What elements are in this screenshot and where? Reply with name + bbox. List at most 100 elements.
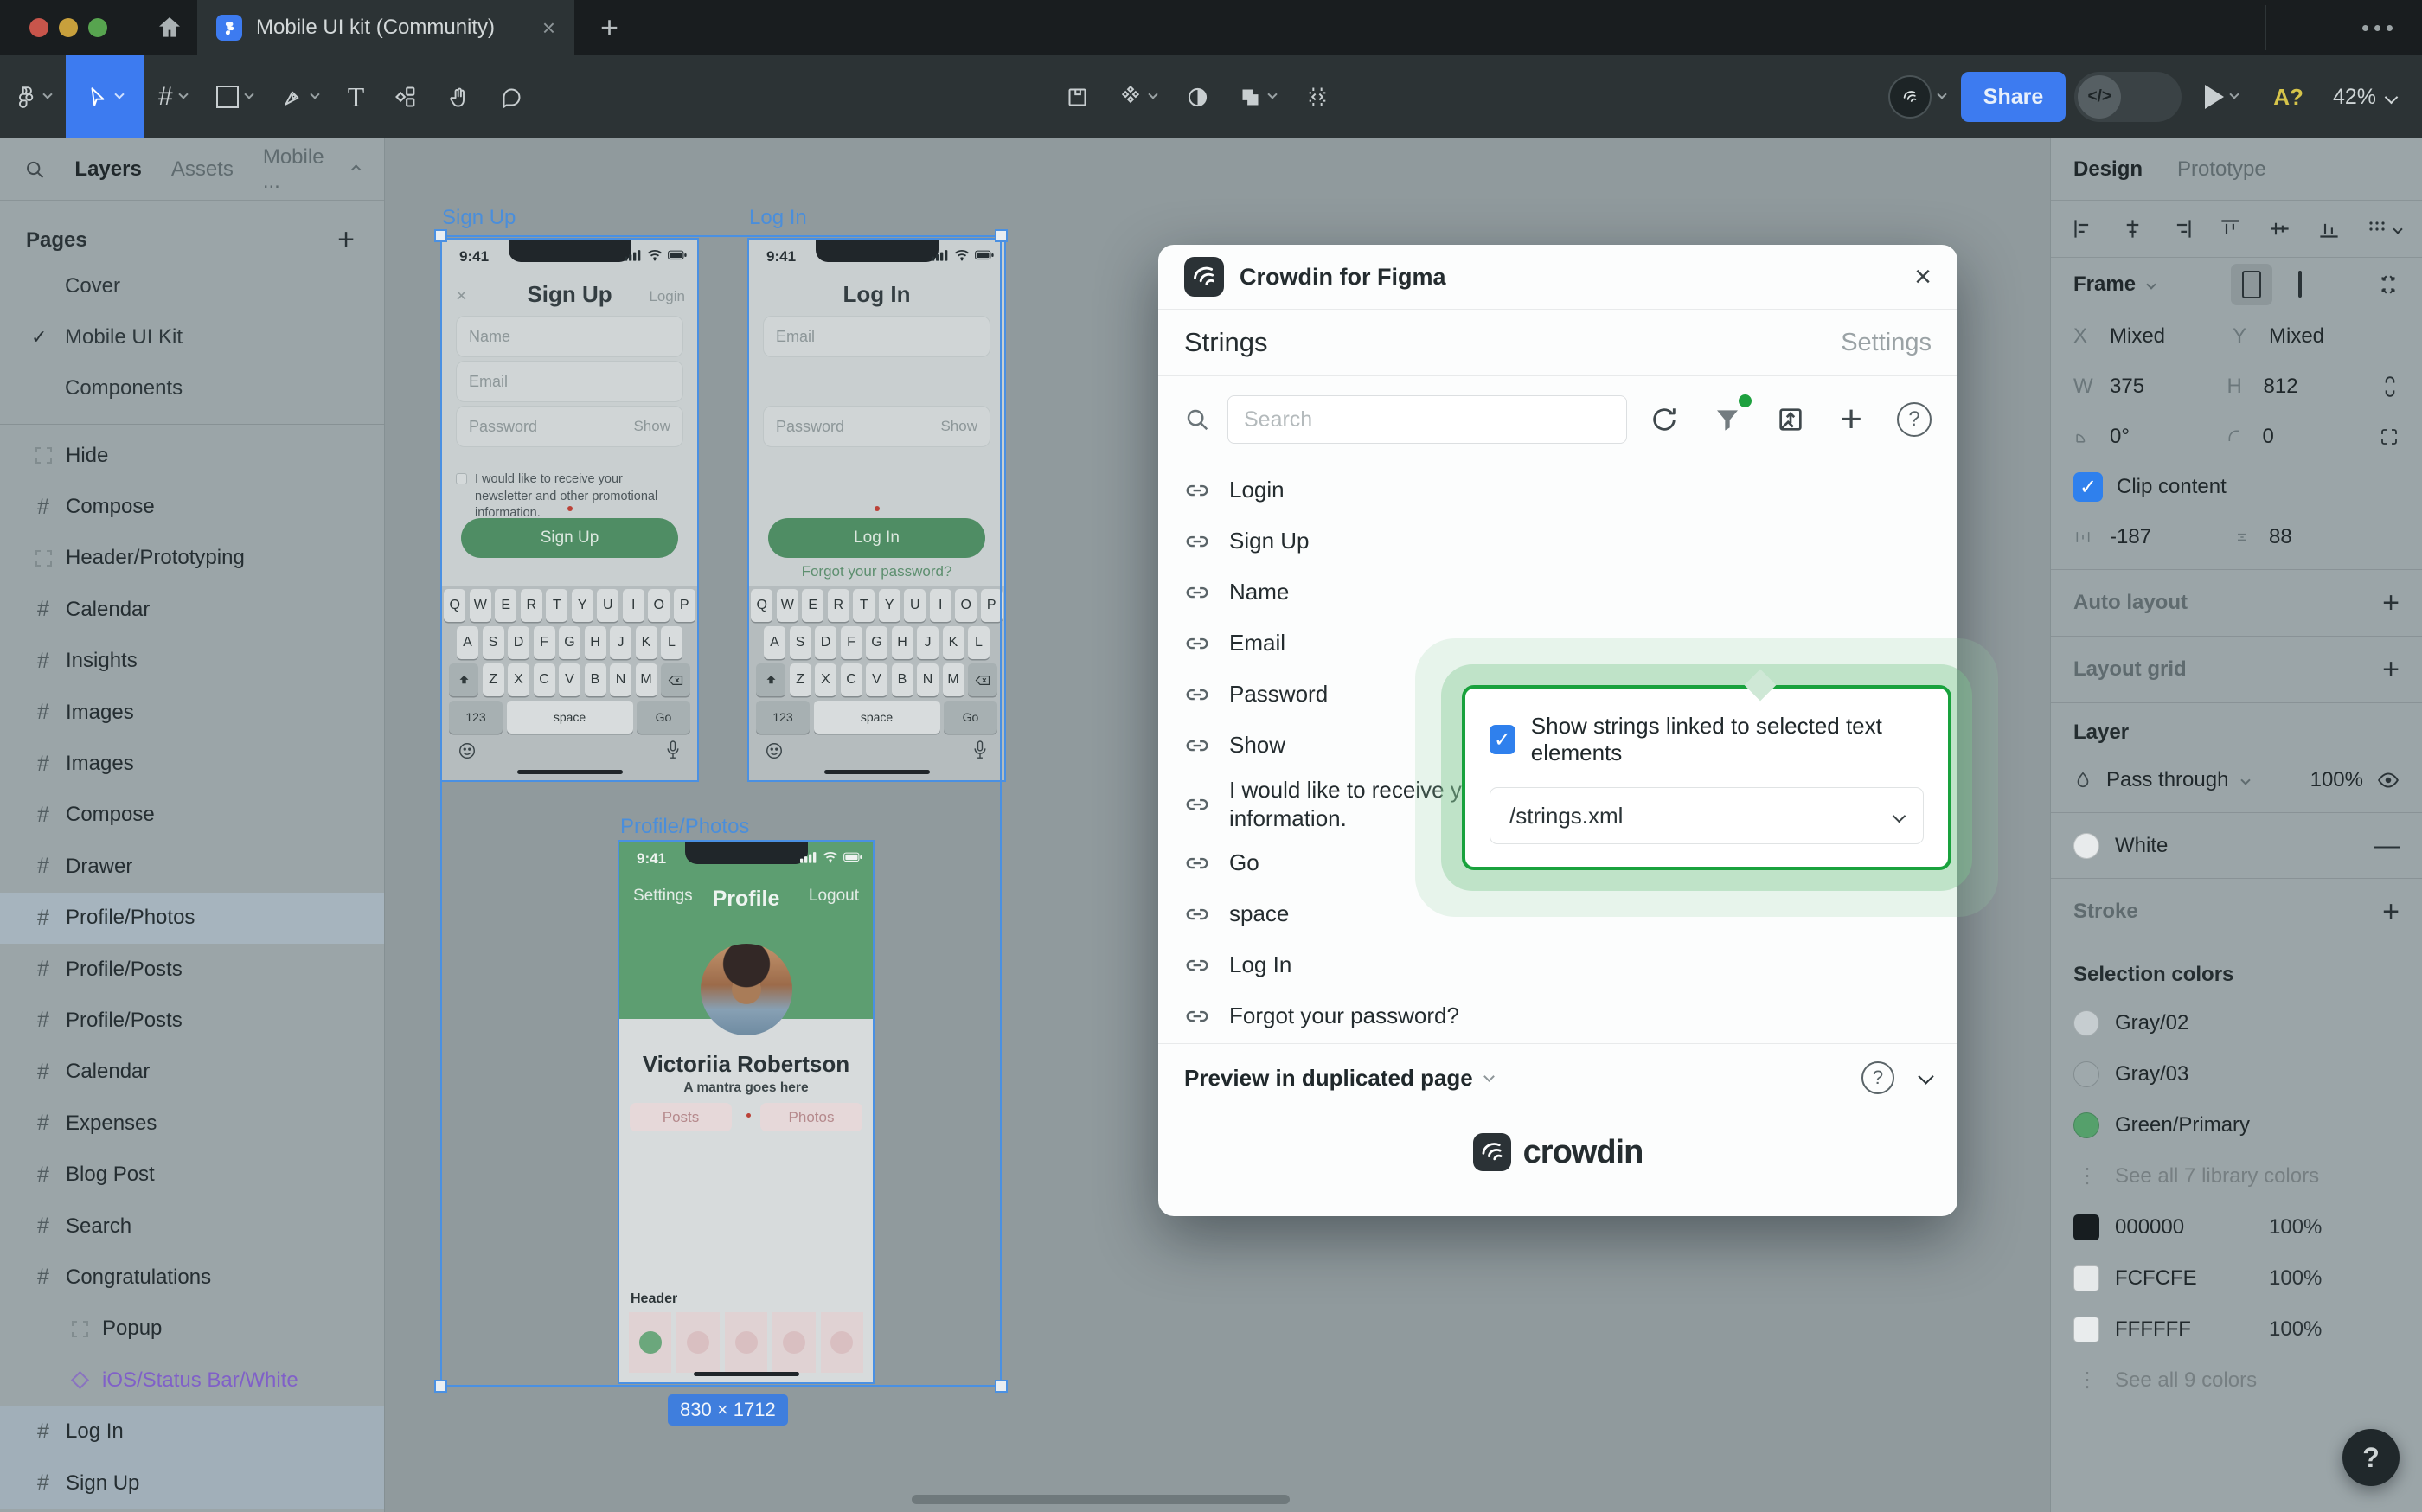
see-all-colors[interactable]: ⋮See all 9 colors	[2051, 1355, 2422, 1406]
add-stroke-button[interactable]: +	[2382, 895, 2400, 929]
create-component-button[interactable]	[1104, 55, 1171, 138]
remove-fill-button[interactable]: —	[2374, 831, 2400, 861]
constrain-proportions-icon[interactable]	[2380, 375, 2400, 398]
landscape-orientation-button[interactable]	[2284, 272, 2302, 297]
layer-row[interactable]: # Drawer	[0, 841, 384, 892]
tab-strings[interactable]: Strings	[1184, 327, 1841, 358]
tab-layers[interactable]: Layers	[74, 157, 141, 182]
mask-button[interactable]	[1171, 55, 1224, 138]
color-swatch[interactable]	[2073, 1112, 2099, 1138]
export-icon[interactable]	[1776, 405, 1805, 434]
gap-input[interactable]: 88	[2233, 525, 2392, 549]
resources-tool-button[interactable]	[379, 55, 432, 138]
align-left-icon[interactable]	[2072, 217, 2095, 240]
page-row[interactable]: ✓ Cover	[0, 260, 384, 311]
selection-handle-ne[interactable]	[995, 229, 1008, 242]
layer-row[interactable]: # Hide	[0, 430, 384, 481]
color-swatch[interactable]	[2073, 1214, 2099, 1240]
filter-button[interactable]	[1714, 406, 1741, 433]
layer-row[interactable]: # Log In	[0, 1406, 384, 1457]
hand-tool-button[interactable]	[432, 55, 485, 138]
blend-mode-select[interactable]: Pass through	[2106, 768, 2228, 792]
fill-swatch[interactable]	[2073, 833, 2099, 859]
add-layout-grid-button[interactable]: +	[2382, 653, 2400, 687]
horizontal-scrollbar[interactable]	[912, 1495, 1290, 1504]
layer-row[interactable]: # Search	[0, 1201, 384, 1252]
present-button[interactable]	[2190, 55, 2252, 138]
dev-resources-button[interactable]	[1291, 55, 1344, 138]
string-row[interactable]: Login	[1184, 464, 1932, 516]
selection-handle-se[interactable]	[995, 1380, 1008, 1393]
layer-row[interactable]: # Header/Prototyping	[0, 533, 384, 584]
height-input[interactable]: H812	[2227, 375, 2381, 399]
layer-row[interactable]: # Images	[0, 687, 384, 738]
x-position-input[interactable]: XMixed	[2073, 324, 2233, 349]
page-row[interactable]: ✓ Components	[0, 362, 384, 413]
frame-tool-button[interactable]: #	[144, 55, 202, 138]
share-button[interactable]: Share	[1961, 72, 2066, 122]
home-icon[interactable]	[156, 14, 183, 42]
align-vertical-centers-icon[interactable]	[2268, 217, 2291, 240]
tab-assets[interactable]: Assets	[171, 157, 234, 182]
library-color-row[interactable]: Green/Primary	[2051, 1099, 2422, 1150]
add-page-button[interactable]: +	[337, 223, 355, 257]
layer-row[interactable]: # Calendar	[0, 1047, 384, 1098]
move-tool-button[interactable]	[66, 55, 144, 138]
shape-tool-button[interactable]	[202, 55, 267, 138]
close-plugin-icon[interactable]: ×	[1914, 262, 1932, 292]
help-fab-button[interactable]: ?	[2342, 1429, 2400, 1486]
align-right-icon[interactable]	[2170, 217, 2194, 240]
corner-radius-input[interactable]: 0	[2227, 425, 2380, 449]
layer-row[interactable]: # Sign Up	[0, 1458, 384, 1509]
string-row[interactable]: Email	[1184, 618, 1932, 669]
portrait-orientation-button[interactable]	[2231, 264, 2272, 305]
selection-bounding-box[interactable]	[440, 235, 1002, 1387]
tab-prototype[interactable]: Prototype	[2177, 157, 2266, 182]
search-input[interactable]	[1227, 395, 1627, 444]
y-position-input[interactable]: YMixed	[2233, 324, 2392, 349]
preview-help-icon[interactable]: ?	[1861, 1061, 1894, 1094]
sync-icon[interactable]	[1650, 405, 1679, 434]
tab-design[interactable]: Design	[2073, 157, 2143, 182]
see-all-library-colors[interactable]: ⋮See all 7 library colors	[2051, 1150, 2422, 1201]
string-row[interactable]: Forgot your password?	[1184, 990, 1932, 1041]
zoom-menu[interactable]: 42%	[2324, 85, 2405, 110]
align-bottom-icon[interactable]	[2317, 217, 2341, 240]
minimize-window-button[interactable]	[59, 18, 78, 37]
string-row[interactable]: Log In	[1184, 939, 1932, 990]
string-row[interactable]: Sign Up	[1184, 516, 1932, 567]
add-auto-layout-button[interactable]: +	[2382, 586, 2400, 620]
layer-row[interactable]: # iOS/Status Bar/White	[0, 1355, 384, 1406]
tab-settings[interactable]: Settings	[1841, 329, 1932, 357]
align-horizontal-centers-icon[interactable]	[2121, 217, 2144, 240]
layer-row[interactable]: # Calendar	[0, 584, 384, 635]
layer-row[interactable]: # Compose	[0, 790, 384, 841]
close-window-button[interactable]	[29, 18, 48, 37]
layer-row[interactable]: # Popup	[0, 1304, 384, 1355]
close-tab-icon[interactable]: ×	[542, 16, 555, 39]
text-tool-button[interactable]: T	[333, 55, 380, 138]
zoom-window-button[interactable]	[88, 18, 107, 37]
layer-row[interactable]: # Images	[0, 738, 384, 789]
strings-file-select[interactable]: /strings.xml	[1490, 787, 1924, 844]
layer-row[interactable]: # Congratulations	[0, 1252, 384, 1303]
layer-row[interactable]: # Compose	[0, 481, 384, 532]
frame-label-login[interactable]: Log In	[749, 206, 807, 230]
color-swatch[interactable]	[2073, 1010, 2099, 1036]
frame-section-label[interactable]: Frame	[2073, 272, 2136, 297]
page-dropdown[interactable]: Mobile ...	[263, 145, 360, 194]
dev-mode-toggle[interactable]: </>	[2074, 72, 2182, 122]
search-icon[interactable]	[24, 158, 45, 181]
color-swatch[interactable]	[2073, 1265, 2099, 1291]
language-badge[interactable]: A?	[2261, 84, 2316, 111]
layer-row[interactable]: # Profile/Posts	[0, 944, 384, 995]
counter-axis-input[interactable]: -187	[2073, 525, 2233, 549]
resize-to-fit-icon[interactable]	[2377, 273, 2400, 296]
selection-handle-nw[interactable]	[434, 229, 447, 242]
page-row[interactable]: ✓ Mobile UI Kit	[0, 311, 384, 362]
show-linked-checkbox[interactable]: ✓	[1490, 725, 1515, 754]
hex-color-row[interactable]: 000000 100%	[2051, 1201, 2422, 1253]
new-tab-button[interactable]: +	[600, 0, 618, 55]
layer-row[interactable]: # Profile/Posts	[0, 995, 384, 1046]
width-input[interactable]: W375	[2073, 375, 2227, 399]
